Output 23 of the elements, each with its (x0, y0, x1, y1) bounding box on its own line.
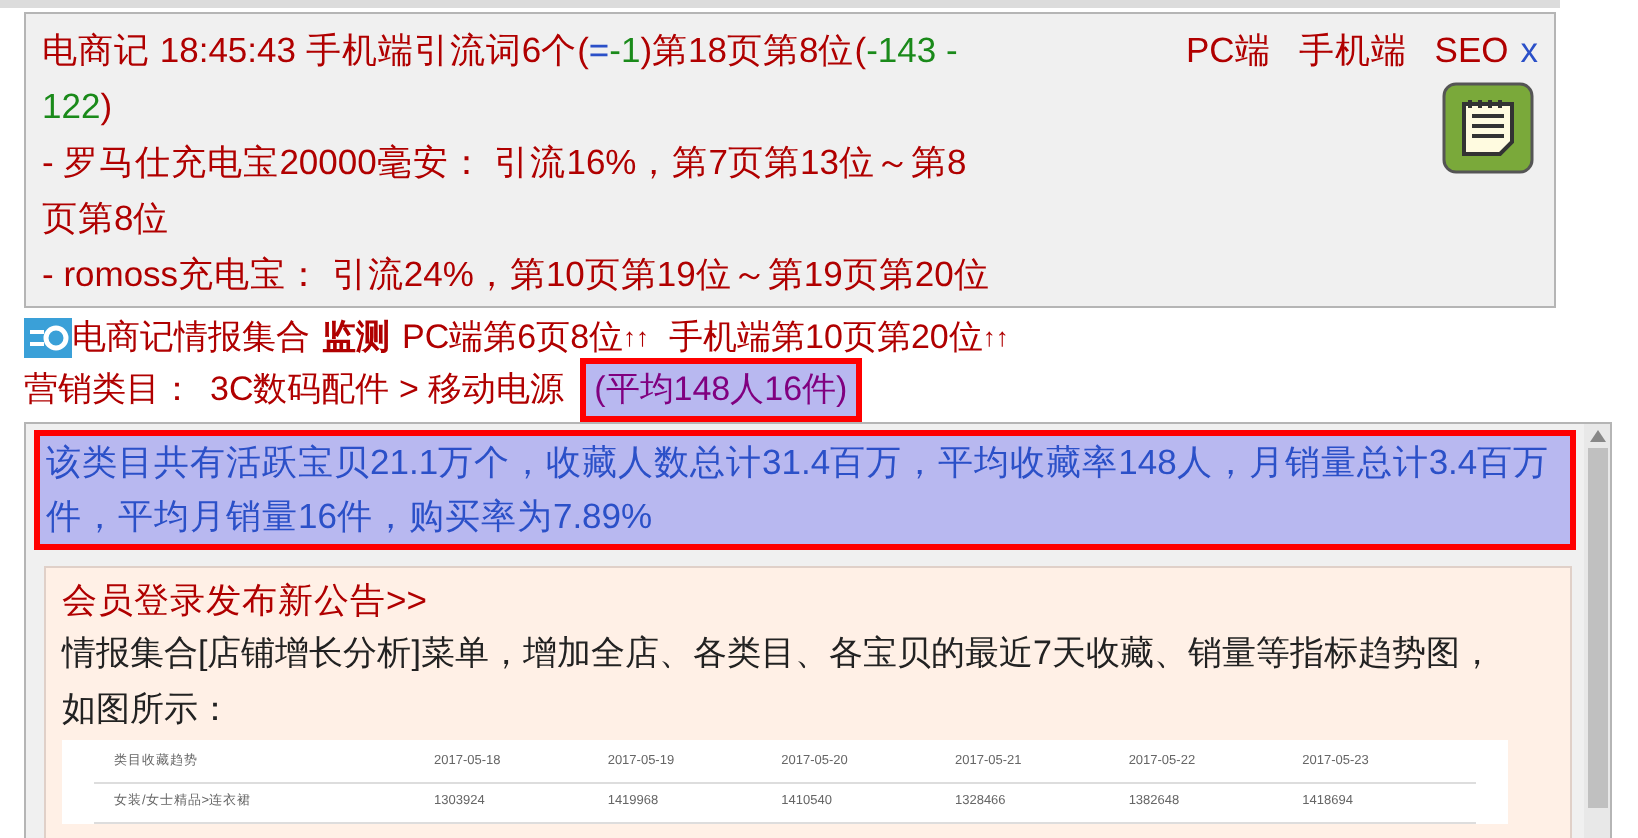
monitor-link[interactable]: 监测 (322, 312, 390, 364)
notice-text: 情报集合[店铺增长分析]菜单，增加全店、各类目、各宝贝的最近7天收藏、销量等指标趋势图，如图所示： (62, 632, 1496, 732)
notice-link[interactable]: 会员登录发布新公告>> (62, 574, 1554, 626)
link-icon (24, 318, 72, 358)
category-average: (平均148人16件) (580, 358, 862, 422)
rank-up-arrows: ↑↑ (623, 320, 650, 357)
category-stats: 该类目共有活跃宝贝21.1万个，收藏人数总计31.4百万，平均收藏率148人，月销量总计3.4百万件，平均月销量16件，购买率为7.89% (34, 430, 1576, 550)
monitor-title: 电商记情报集合 (72, 316, 310, 361)
rank-up-arrows: ↑↑ (982, 320, 1009, 357)
scrollbar-thumb[interactable] (1587, 448, 1607, 808)
mobile-rank: 手机端第10页第20位 (669, 316, 983, 361)
category-label: 营销类目： (24, 368, 194, 413)
keyword-line: - 罗马仕充电宝20000毫安： 引流16%，第7页第13位～第8页第8位 (42, 140, 969, 242)
tab-link[interactable]: 手机端 (1298, 22, 1407, 78)
notepad-icon[interactable] (1442, 82, 1534, 174)
tab-link[interactable]: SEO (1434, 22, 1509, 78)
summary-headline: 电商记 18:45:43 手机端引流词6个(=-1)第18页第8位(-143 - 122) (42, 28, 960, 130)
scroll-up-icon[interactable] (1589, 430, 1605, 442)
close-button[interactable]: x (1520, 22, 1538, 78)
tab-link[interactable]: PC端 (1185, 22, 1271, 78)
category-path: 3C数码配件 > 移动电源 (210, 368, 565, 413)
pc-rank: PC端第6页8位 (402, 316, 624, 361)
keyword-line: - romoss充电宝： 引流24%，第10页第19位～第19页第20位 (42, 252, 992, 298)
